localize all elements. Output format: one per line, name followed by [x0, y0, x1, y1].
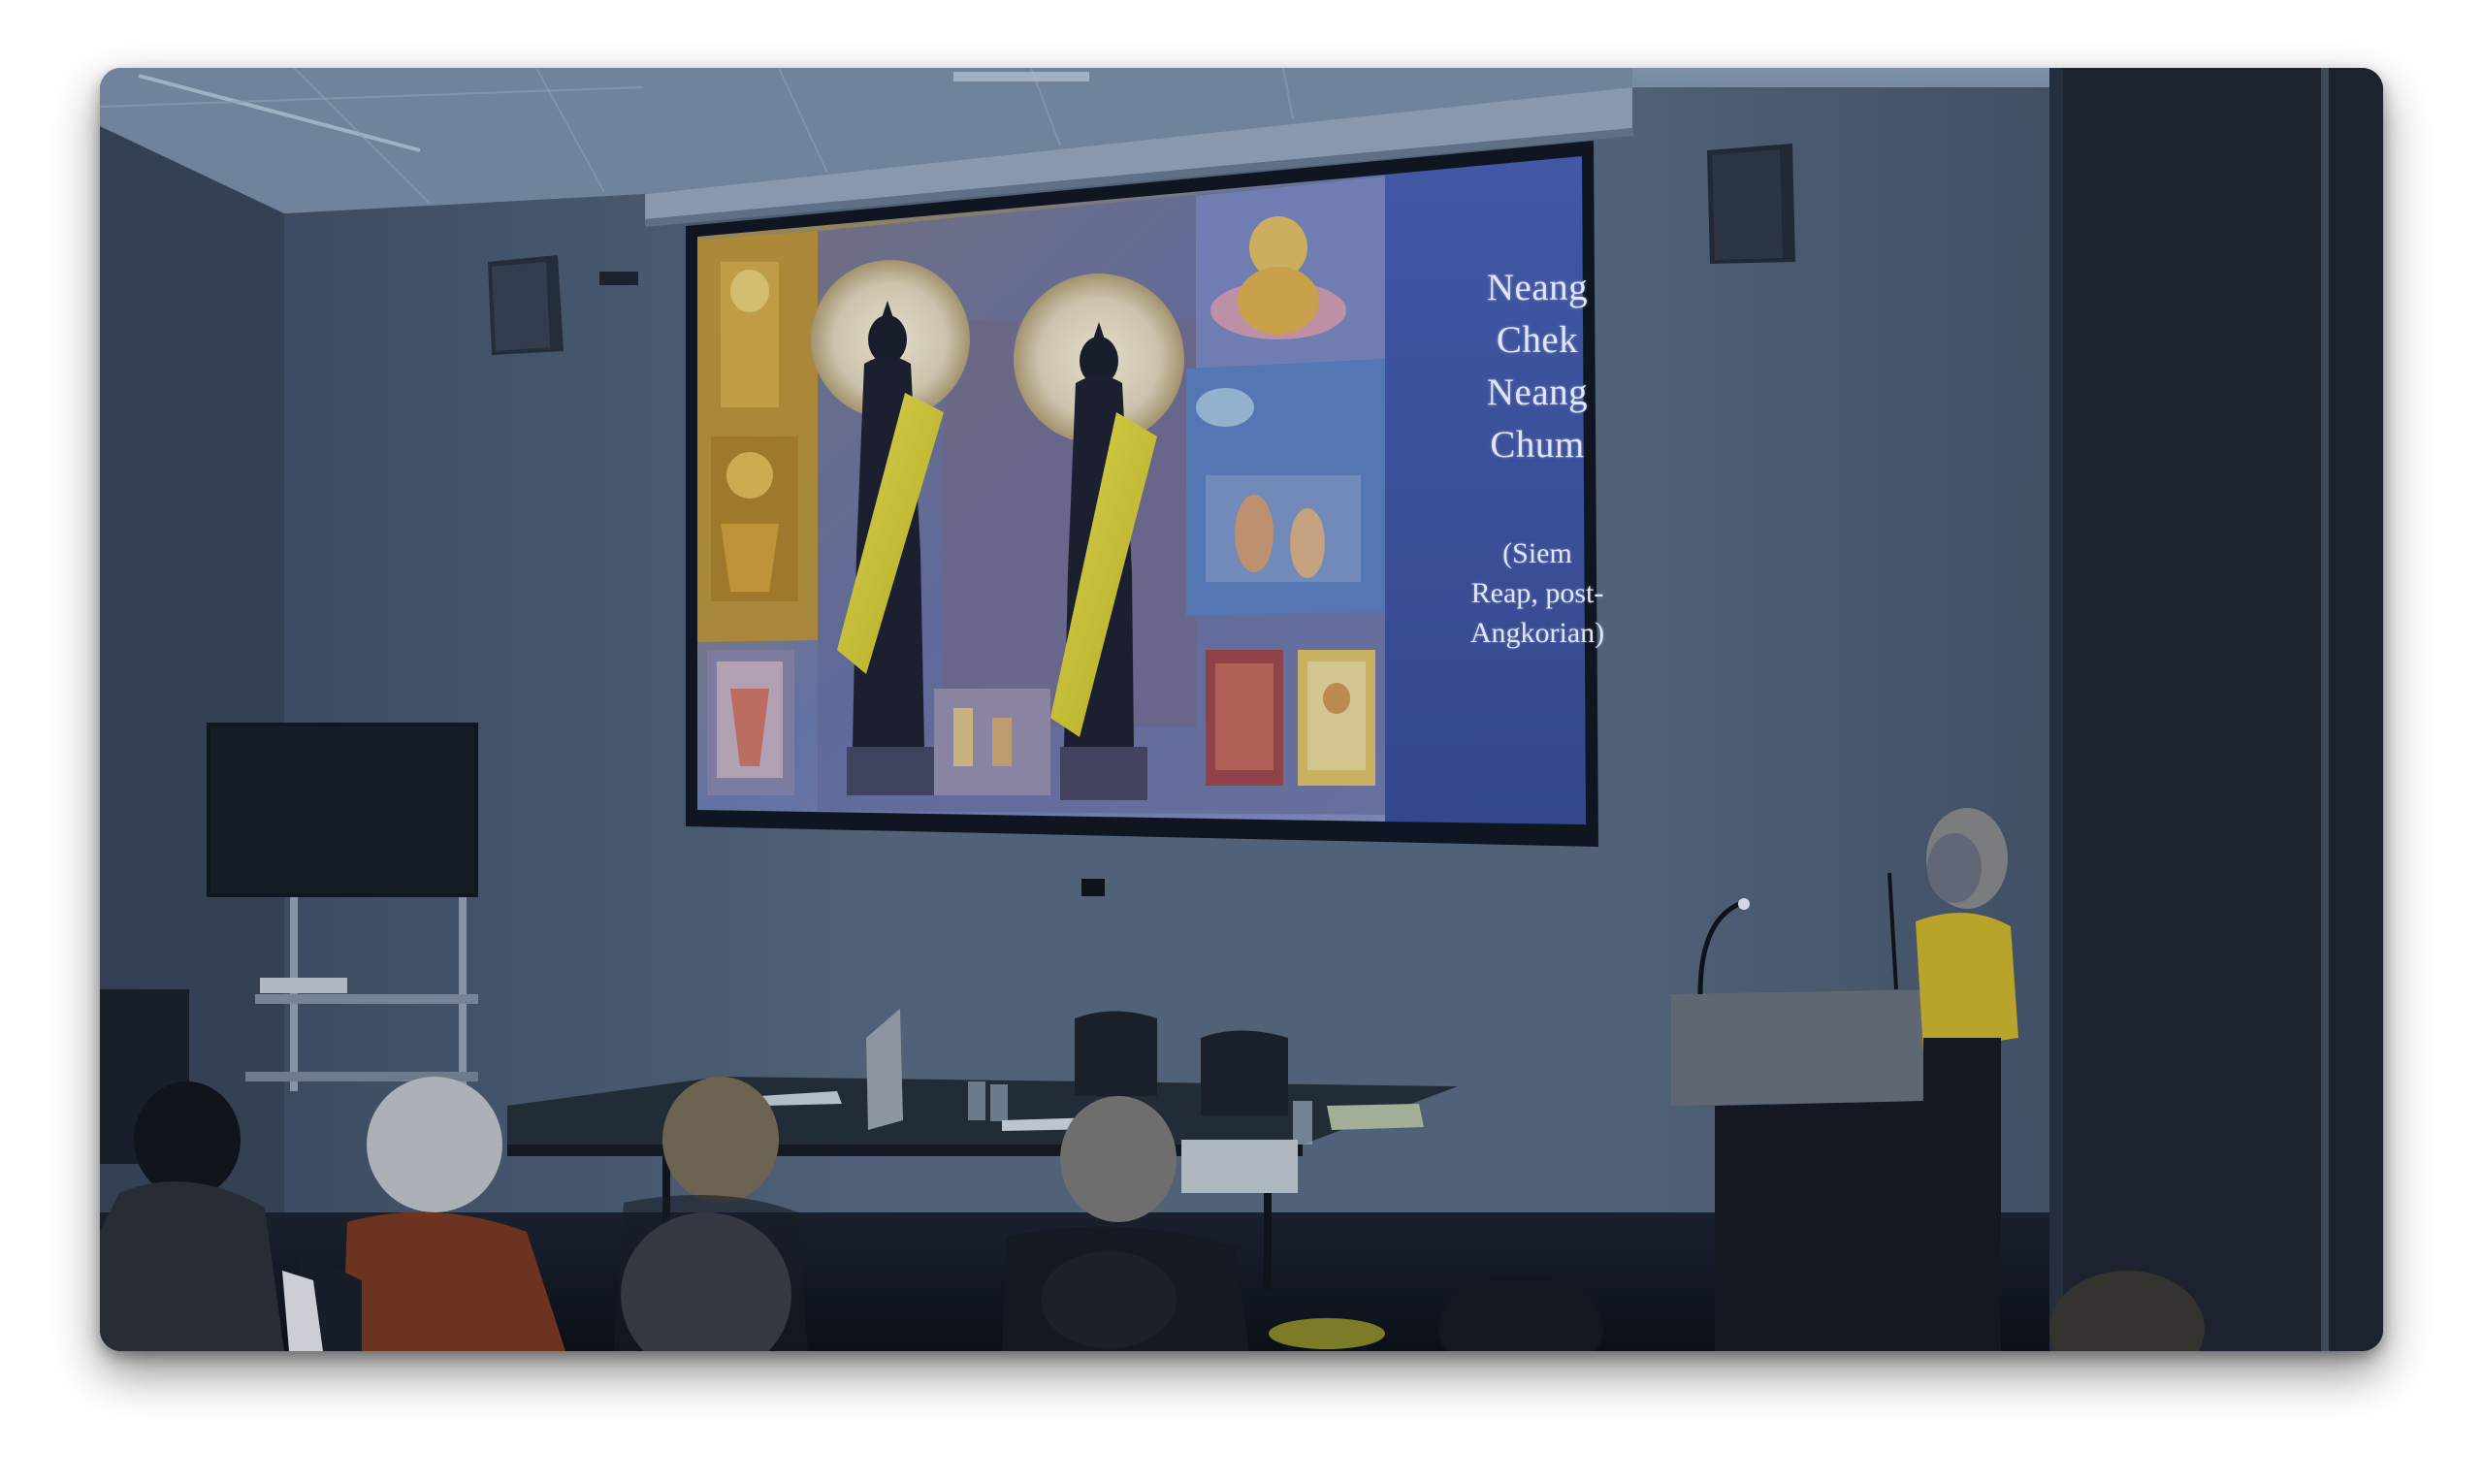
- slide-caption-line: Reap, post-: [1470, 577, 1604, 609]
- slide-title: Neang Chek Neang Chum: [1390, 262, 1685, 471]
- lecture-room-scene: [100, 68, 2383, 1351]
- slide-caption-line: (Siem: [1502, 537, 1572, 569]
- slide-title-line: Neang: [1486, 371, 1589, 413]
- slide-caption-line: Angkorian): [1469, 617, 1605, 649]
- page: Neang Chek Neang Chum (Siem Reap, post- …: [0, 0, 2483, 1484]
- video-frame: Neang Chek Neang Chum (Siem Reap, post- …: [100, 68, 2383, 1351]
- slide-caption: (Siem Reap, post- Angkorian): [1390, 533, 1685, 653]
- slide-text: Neang Chek Neang Chum (Siem Reap, post- …: [1390, 262, 1685, 653]
- slide-title-line: Chum: [1490, 424, 1585, 466]
- slide-title-line: Chek: [1496, 319, 1579, 361]
- slide-title-line: Neang: [1486, 267, 1589, 308]
